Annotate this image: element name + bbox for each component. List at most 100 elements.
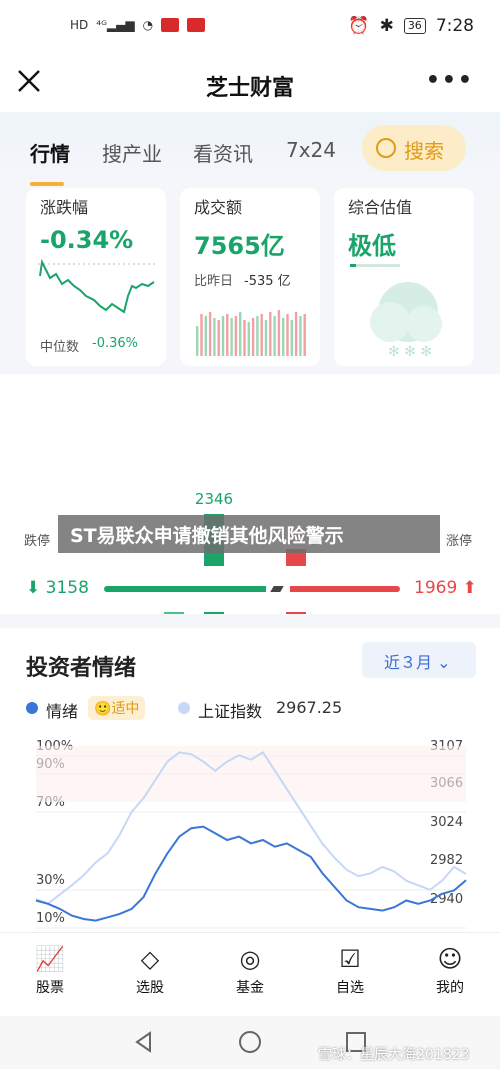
change-sparkline	[38, 258, 156, 314]
volume-bar	[243, 320, 246, 356]
up-down-ratio: ⬇ 3158 1969 ⬆	[0, 566, 500, 612]
volume-bar	[269, 312, 272, 356]
limit-down-label: 跌停	[24, 534, 51, 549]
alarm-icon: ⏰	[348, 16, 370, 36]
compare-value: -535 亿	[244, 274, 291, 289]
volume-bar	[239, 312, 242, 356]
nav-item-3[interactable]: ☑ 自选	[320, 945, 380, 997]
hd-icon: HD	[70, 18, 89, 32]
volume-bar	[273, 316, 276, 356]
stock-icon: 📈	[35, 945, 65, 973]
search-icon	[376, 138, 396, 158]
svg-text:✻ ✻ ✻: ✻ ✻ ✻	[388, 344, 432, 360]
card-change-value: -0.34%	[40, 226, 134, 254]
volume-bars	[196, 310, 306, 356]
watermark: 雪球：星辰大海201823	[318, 1047, 470, 1063]
volume-bar	[247, 322, 250, 356]
status-bar: HD ⁴ᴳ▂▄▆ ◔ ⏰ ✱ 36 7:28	[0, 0, 500, 58]
bluetooth-icon: ✱	[379, 16, 394, 36]
investor-sentiment: 投资者情绪 近３月 ⌄ 情绪 🙂适中 上证指数 2967.25 100%90%7…	[0, 628, 500, 932]
profile-icon: ☺	[437, 945, 463, 973]
median-value: -0.36%	[92, 336, 138, 351]
nav-label: 我的	[436, 980, 464, 996]
tab-news[interactable]: 看资讯	[193, 138, 253, 167]
home-icon[interactable]	[238, 1030, 262, 1054]
volume-bar	[217, 320, 220, 356]
volume-bar	[303, 314, 306, 356]
legend-mood-dot	[26, 702, 38, 714]
system-navigation: 雪球：星辰大海201823	[0, 1016, 500, 1069]
status-time: 7:28	[435, 16, 474, 36]
volume-bar	[290, 320, 293, 356]
nav-item-4[interactable]: ☺ 我的	[420, 945, 480, 997]
up-bar	[290, 586, 400, 592]
status-right: ⏰ ✱ 36 7:28	[348, 16, 474, 36]
volume-bar	[282, 318, 285, 356]
legend-index-label: 上证指数	[198, 702, 263, 721]
watchlist-icon: ☑	[339, 945, 361, 973]
signal-icon: ⁴ᴳ▂▄▆	[96, 18, 135, 32]
right-axis-tick: 2940	[430, 892, 463, 907]
card-volume-label: 成交额	[194, 198, 243, 217]
volume-bar	[208, 312, 212, 356]
card-valuation-label: 综合估值	[348, 198, 413, 217]
tab-indicator	[30, 182, 64, 186]
range-selector[interactable]: 近３月 ⌄	[362, 642, 476, 678]
right-axis-tick: 3024	[430, 815, 463, 830]
volume-bar	[196, 326, 199, 356]
tab-7x24[interactable]: 7x24	[286, 138, 336, 162]
volume-bar	[294, 312, 298, 356]
overlay-text: ST易联众申请撤销其他风险警示	[70, 525, 344, 547]
volume-bar	[251, 318, 255, 356]
battery-icon: 36	[403, 18, 426, 34]
volume-bar	[256, 316, 259, 356]
high-zone	[36, 746, 466, 802]
volume-bar	[200, 314, 203, 356]
sentiment-chart: 100%90%70%30%10%31073066302429822940	[35, 739, 467, 929]
left-axis-tick: 30%	[36, 873, 65, 888]
index-value: 2967.25	[276, 698, 343, 717]
volume-bar	[260, 314, 263, 356]
tab-industry[interactable]: 搜产业	[102, 138, 162, 167]
mood-state-badge: 🙂适中	[88, 696, 146, 720]
nav-label: 基金	[236, 980, 264, 996]
compare-label: 比昨日	[194, 274, 234, 289]
nav-label: 股票	[36, 980, 64, 996]
nav-item-2[interactable]: ◎ 基金	[220, 945, 280, 997]
nav-item-0[interactable]: 📈 股票	[20, 945, 80, 997]
card-volume[interactable]: 成交额 7565亿 比昨日 -535 亿	[180, 188, 320, 366]
card-valuation[interactable]: 综合估值 极低 ✻ ✻ ✻	[334, 188, 474, 366]
search-button[interactable]: 搜索	[362, 125, 466, 171]
up-count: 1969 ⬆	[414, 578, 477, 598]
back-icon[interactable]	[132, 1030, 156, 1054]
volume-bar	[226, 314, 229, 356]
app-badge2-icon	[187, 18, 206, 32]
pick-icon: ◇	[140, 945, 160, 973]
card-change[interactable]: 涨跌幅 -0.34% 中位数 -0.36%	[26, 188, 166, 366]
wifi-icon: ◔	[142, 18, 154, 32]
volume-bar	[204, 316, 207, 356]
news-overlay-banner[interactable]: ST易联众申请撤销其他风险警示	[58, 515, 440, 553]
flat-bar	[270, 586, 284, 592]
volume-bar	[213, 318, 216, 356]
title-bar: 芝士财富 •••	[0, 58, 500, 110]
card-valuation-value: 极低	[348, 232, 396, 260]
volume-bar	[264, 320, 268, 356]
card-change-label: 涨跌幅	[40, 198, 89, 217]
right-axis-tick: 2982	[430, 853, 463, 868]
tab-quotes[interactable]: 行情	[30, 138, 70, 167]
nav-label: 自选	[336, 980, 364, 996]
median-label: 中位数	[40, 340, 80, 355]
more-icon[interactable]: •••	[426, 68, 474, 93]
limit-up-label: 涨停	[446, 534, 473, 549]
valuation-meter	[350, 264, 400, 267]
legend-mood-label: 情绪	[46, 702, 79, 721]
down-count: ⬇ 3158	[26, 578, 89, 598]
nav-item-1[interactable]: ◇ 选股	[120, 945, 180, 997]
bottom-navigation: 📈 股票 ◇ 选股 ◎ 基金 ☑ 自选 ☺ 我的	[0, 932, 500, 1016]
legend-index-dot	[178, 702, 190, 714]
mood-line	[35, 825, 467, 922]
volume-bar	[286, 314, 289, 356]
volume-bar	[234, 316, 238, 356]
app-badge-icon	[161, 18, 180, 32]
